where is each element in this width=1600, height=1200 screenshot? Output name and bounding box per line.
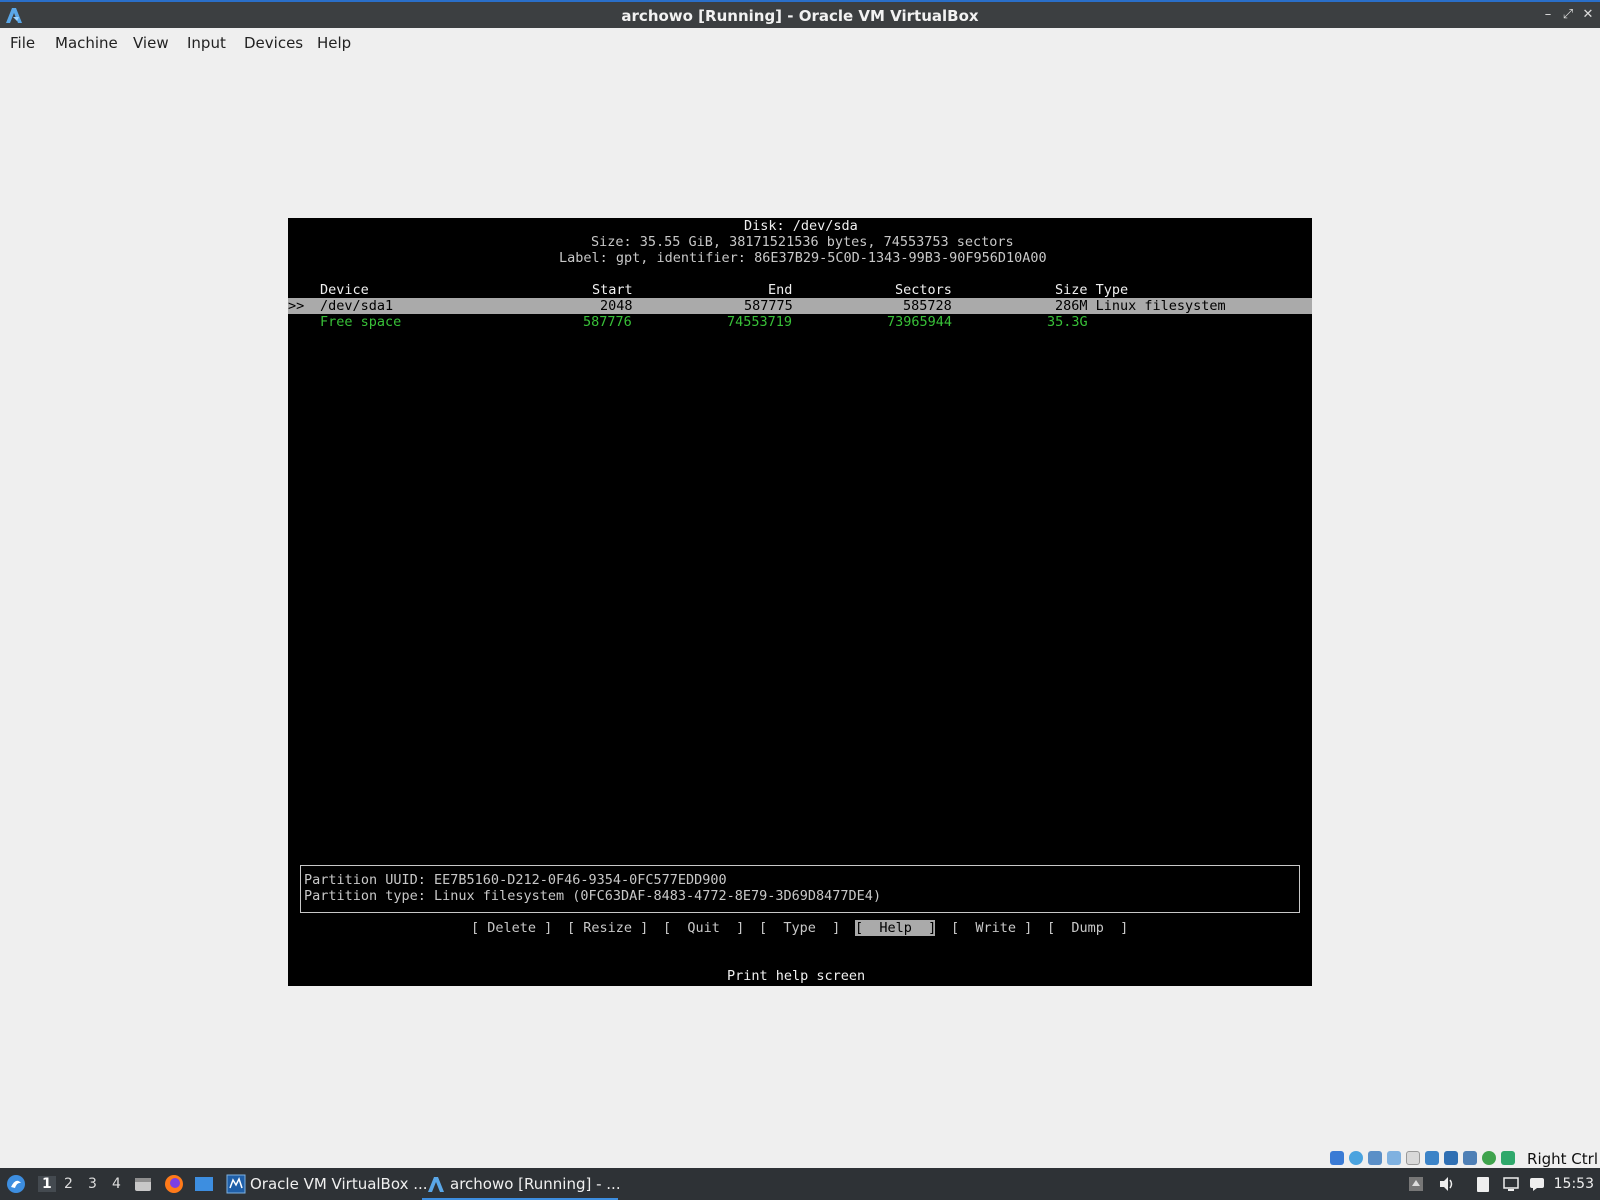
clock[interactable]: 15:53 <box>1554 1176 1594 1192</box>
host-key-label: Right Ctrl <box>1527 1150 1598 1168</box>
window-titlebar[interactable]: archowo [Running] - Oracle VM VirtualBox… <box>0 0 1600 28</box>
cell-device: /dev/sda1 <box>320 298 394 314</box>
taskbar: 1 2 3 4 Oracle VM VirtualBox ... archowo… <box>0 1168 1600 1200</box>
col-start: Start <box>592 282 633 298</box>
workspace-3[interactable]: 3 <box>88 1176 97 1192</box>
menu-input[interactable]: Input <box>187 34 226 52</box>
write-button[interactable]: [ Write ] <box>951 920 1032 936</box>
cell-device[interactable]: Free space <box>320 314 401 330</box>
partition-type: Partition type: Linux filesystem (0FC63D… <box>304 888 882 904</box>
show-desktop-icon[interactable] <box>194 1174 214 1194</box>
col-sectors: Sectors <box>895 282 952 298</box>
maximize-button[interactable]: ⤢ <box>1560 7 1576 22</box>
cell-start: 2048 <box>600 298 633 314</box>
menu-devices[interactable]: Devices <box>244 34 303 52</box>
task-label: archowo [Running] - ... <box>450 1175 621 1193</box>
virtualbox-manager-icon <box>226 1174 246 1194</box>
col-device: Device <box>320 282 369 298</box>
cell-end: 587775 <box>744 298 793 314</box>
workspace-2[interactable]: 2 <box>64 1176 73 1192</box>
file-manager-icon[interactable] <box>133 1174 153 1194</box>
clipboard-icon[interactable] <box>1474 1175 1492 1193</box>
menu-view[interactable]: View <box>133 34 169 52</box>
resize-button[interactable]: [ Resize ] <box>567 920 648 936</box>
network-tray-icon[interactable] <box>1502 1175 1520 1193</box>
cpu-icon[interactable] <box>1463 1151 1477 1165</box>
tray-up-arrow-icon[interactable] <box>1408 1176 1424 1192</box>
cell-end: 74553719 <box>727 314 793 330</box>
recording-icon[interactable] <box>1444 1151 1458 1165</box>
network-icon[interactable] <box>1368 1151 1382 1165</box>
cell-start: 587776 <box>583 314 632 330</box>
cell-sectors: 585728 <box>903 298 952 314</box>
task-label: Oracle VM VirtualBox ... <box>250 1175 428 1193</box>
usb-icon[interactable] <box>1387 1151 1401 1165</box>
quit-button[interactable]: [ Quit ] <box>663 920 744 936</box>
virtualbox-icon <box>428 1177 444 1192</box>
display-icon[interactable] <box>1425 1151 1439 1165</box>
col-size-type: Size Type <box>1055 282 1129 298</box>
hard-disk-icon[interactable] <box>1330 1151 1344 1165</box>
keyboard-icon[interactable] <box>1501 1151 1515 1165</box>
menu-file[interactable]: File <box>10 34 35 52</box>
cell-size-type: 35.3G <box>1047 314 1088 330</box>
start-menu-icon[interactable] <box>6 1174 26 1194</box>
volume-icon[interactable] <box>1438 1175 1456 1193</box>
workspace-4[interactable]: 4 <box>112 1176 121 1192</box>
task-virtualbox-manager[interactable]: Oracle VM VirtualBox ... <box>222 1168 428 1200</box>
mouse-integration-icon[interactable] <box>1482 1151 1496 1165</box>
close-button[interactable]: ✕ <box>1580 7 1596 22</box>
optical-disk-icon[interactable] <box>1349 1151 1363 1165</box>
dump-button[interactable]: [ Dump ] <box>1047 920 1128 936</box>
type-button[interactable]: [ Type ] <box>759 920 840 936</box>
disk-line: Disk: /dev/sda <box>744 218 858 234</box>
notifications-icon[interactable] <box>1528 1175 1546 1193</box>
hint-text: Print help screen <box>727 968 866 984</box>
firefox-icon[interactable] <box>164 1174 184 1194</box>
cell-size-type: 286M Linux filesystem <box>1055 298 1226 314</box>
cell-sectors: 73965944 <box>887 314 953 330</box>
menu-machine[interactable]: Machine <box>55 34 118 52</box>
window-title: archowo [Running] - Oracle VM VirtualBox <box>621 7 979 25</box>
size-line: Size: 35.55 GiB, 38171521536 bytes, 7455… <box>591 234 1014 250</box>
menubar: File Machine View Input Devices Help <box>0 28 1600 56</box>
workspace-1[interactable]: 1 <box>38 1176 56 1192</box>
vm-status-bar: Right Ctrl <box>1330 1148 1600 1170</box>
row-cursor: >> <box>288 298 305 314</box>
partition-uuid: Partition UUID: EE7B5160-D212-0F46-9354-… <box>304 872 727 888</box>
delete-button[interactable]: [ Delete ] <box>471 920 552 936</box>
menu-help[interactable]: Help <box>317 34 351 52</box>
help-button[interactable]: [ Help ] <box>855 920 936 936</box>
minimize-button[interactable]: – <box>1540 7 1556 22</box>
label-line: Label: gpt, identifier: 86E37B29-5C0D-13… <box>559 250 1047 266</box>
task-archowo-vm[interactable]: archowo [Running] - ... <box>422 1168 621 1200</box>
col-end: End <box>768 282 793 298</box>
vm-display[interactable]: Disk: /dev/sda Size: 35.55 GiB, 38171521… <box>288 218 1312 986</box>
shared-folder-icon[interactable] <box>1406 1151 1420 1165</box>
